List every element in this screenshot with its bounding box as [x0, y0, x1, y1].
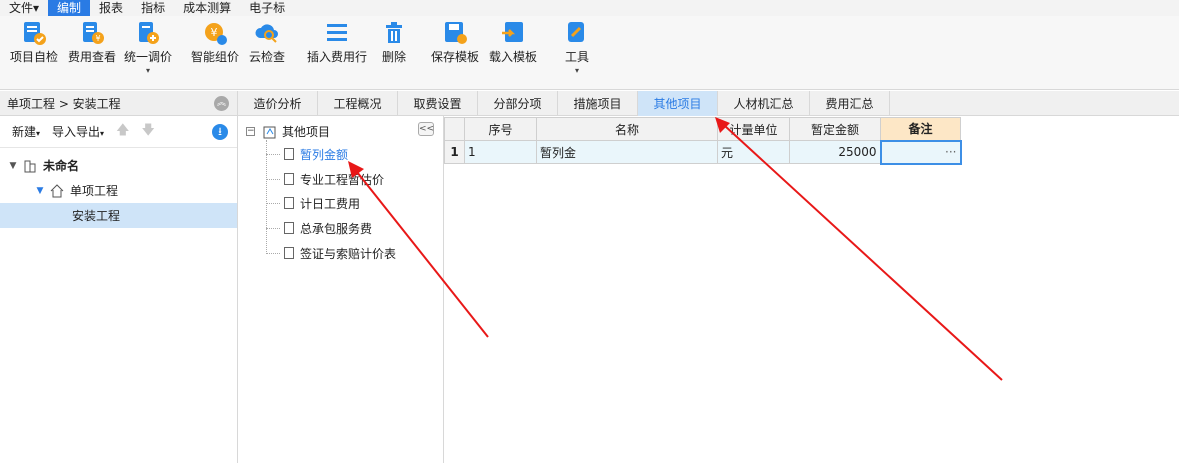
cell-name[interactable]: 暂列金 [536, 140, 718, 164]
document-icon [284, 148, 294, 160]
document-icon [284, 247, 294, 259]
col-header-note[interactable]: 备注 [880, 117, 961, 141]
tree-branch-line [266, 203, 280, 204]
unified-adjust-icon [139, 22, 159, 44]
insert-fee-row-button[interactable]: 插入费用行 [307, 20, 367, 86]
tree-item-daywork[interactable]: 计日工费用 [284, 193, 360, 213]
save-template-button[interactable]: 保存模板 [431, 20, 479, 86]
cloud-check-button[interactable]: 云检查 [249, 20, 285, 86]
smart-pricing-button[interactable]: ¥ 智能组价 [191, 20, 239, 86]
import-export-button[interactable]: 导入导出▾ [52, 123, 104, 140]
document-icon [284, 222, 294, 234]
other-items-tree: − 其他项目 << 暂列金额 专业工程暂估价 计日工费用 总承包服务费 签证与索… [238, 116, 444, 463]
menu-edit[interactable]: 编制 [48, 0, 91, 16]
tree-branch-line [266, 154, 280, 155]
collapse-panel-icon[interactable]: ︽ [214, 96, 229, 111]
tree-item-specialty-estimate[interactable]: 专业工程暂估价 [284, 169, 384, 189]
tree-item-single-project[interactable]: ▼ 单项工程 [0, 178, 237, 203]
expand-triangle-icon[interactable]: ▼ [7, 161, 19, 171]
tools-button[interactable]: 工具 ▾ [564, 20, 590, 86]
cell-seq[interactable]: 1 [464, 140, 537, 164]
tree-item-visa-claims[interactable]: 签证与索赔计价表 [284, 243, 396, 263]
tab-project-overview[interactable]: 工程概况 [318, 91, 398, 116]
tree-branch-line [266, 228, 280, 229]
unified-adjust-button[interactable]: 统一调价 ▾ [124, 20, 172, 86]
save-template-icon [445, 22, 467, 44]
smart-pricing-icon: ¥ [205, 23, 227, 45]
building-icon [24, 160, 36, 172]
collapse-node-icon[interactable]: − [246, 127, 255, 136]
delete-button[interactable]: 删除 [381, 20, 407, 86]
insert-row-icon [327, 24, 347, 41]
menu-bar: 文件▾ 编制 报表 指标 成本测算 电子标 [0, 0, 1179, 16]
cloud-check-icon [255, 24, 278, 43]
menu-report[interactable]: 报表 [90, 0, 132, 16]
new-button[interactable]: 新建▾ [12, 123, 40, 140]
home-icon [50, 183, 64, 197]
project-check-button[interactable]: 项目自检 [10, 20, 58, 86]
provisional-sum-grid: 序号 名称 计量单位 暂定金额 备注 1 1 暂列金 元 25000 ··· [444, 116, 1179, 463]
tab-sub-items[interactable]: 分部分项 [478, 91, 558, 116]
tab-fee-settings[interactable]: 取费设置 [398, 91, 478, 116]
move-up-icon[interactable]: 🡅 [116, 121, 129, 143]
project-check-icon [24, 22, 46, 45]
ribbon-toolbar: 项目自检 ¥ 费用查看 统一调价 ▾ ¥ 智能组价 云检查 插入费用行 删除 保… [0, 16, 1179, 90]
cell-note[interactable]: ··· [879, 139, 962, 165]
table-row[interactable]: 1 1 暂列金 元 25000 ··· [444, 139, 962, 165]
col-header-unit[interactable]: 计量单位 [717, 117, 790, 141]
svg-text:¥: ¥ [95, 34, 100, 43]
breadcrumb-text: 单项工程 > 安装工程 [7, 96, 121, 111]
menu-cost-estimate[interactable]: 成本测算 [174, 0, 240, 16]
tree-root-other-items[interactable]: − 其他项目 [246, 123, 330, 140]
menu-e-bid[interactable]: 电子标 [240, 0, 294, 16]
tools-icon [568, 22, 584, 42]
load-template-button[interactable]: 载入模板 [489, 20, 537, 86]
breadcrumb: 单项工程 > 安装工程 ︽ [0, 91, 237, 116]
col-header-seq[interactable]: 序号 [464, 117, 537, 141]
menu-file[interactable]: 文件▾ [0, 0, 48, 16]
tab-cost-summary[interactable]: 费用汇总 [810, 91, 890, 116]
trash-icon [386, 22, 402, 43]
fee-view-button[interactable]: ¥ 费用查看 [68, 20, 116, 86]
tab-other-items[interactable]: 其他项目 [638, 91, 718, 116]
tree-item-general-contract-service[interactable]: 总承包服务费 [284, 218, 372, 238]
cell-unit[interactable]: 元 [717, 140, 790, 164]
collapse-tree-button[interactable]: << [418, 122, 434, 136]
move-down-icon[interactable]: 🡇 [141, 121, 154, 143]
tree-item-project[interactable]: ▼ 未命名 [0, 153, 237, 178]
corner-cell [444, 117, 465, 141]
col-header-name[interactable]: 名称 [536, 117, 718, 141]
tab-measures[interactable]: 措施项目 [558, 91, 638, 116]
col-header-amount[interactable]: 暂定金额 [789, 117, 881, 141]
folder-icon [263, 126, 276, 138]
fee-view-icon: ¥ [83, 22, 104, 44]
tab-cost-analysis[interactable]: 造价分析 [238, 91, 318, 116]
tree-guide-line [266, 140, 267, 254]
document-icon [284, 173, 294, 185]
cell-amount[interactable]: 25000 [789, 140, 881, 164]
row-number[interactable]: 1 [444, 140, 465, 164]
tree-branch-line [266, 253, 280, 254]
tab-labor-material-summary[interactable]: 人材机汇总 [718, 91, 810, 116]
menu-indicator[interactable]: 指标 [132, 0, 174, 16]
load-template-icon [502, 22, 523, 42]
svg-text:¥: ¥ [211, 26, 218, 39]
tree-toolbar: 新建▾ 导入导出▾ 🡅 🡇 ⭳ [0, 116, 237, 148]
tab-bar: 造价分析 工程概况 取费设置 分部分项 措施项目 其他项目 人材机汇总 费用汇总 [238, 91, 1179, 116]
tree-item-provisional-sum[interactable]: 暂列金额 [284, 144, 348, 164]
document-icon [284, 197, 294, 209]
table-header-row: 序号 名称 计量单位 暂定金额 备注 [444, 117, 961, 141]
data-table: 序号 名称 计量单位 暂定金额 备注 1 1 暂列金 元 25000 ··· [444, 117, 962, 165]
download-icon[interactable]: ⭳ [212, 124, 228, 140]
tree-item-installation[interactable]: 安装工程 [0, 203, 237, 228]
project-tree-panel: 单项工程 > 安装工程 ︽ 新建▾ 导入导出▾ 🡅 🡇 ⭳ ▼ 未命名 ▼ 单项… [0, 91, 238, 463]
tree-branch-line [266, 179, 280, 180]
expand-triangle-icon[interactable]: ▼ [34, 186, 46, 196]
